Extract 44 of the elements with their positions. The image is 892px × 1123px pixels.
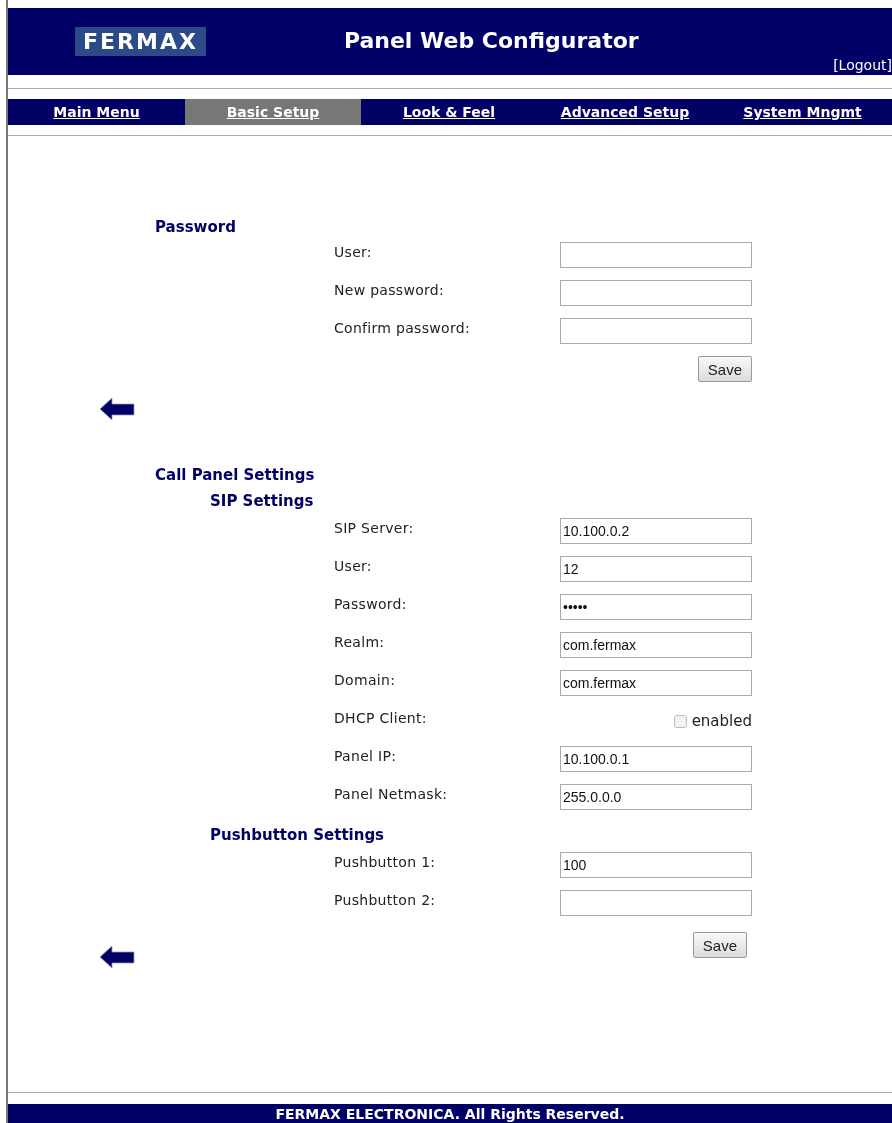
- input-field[interactable]: [560, 242, 752, 268]
- field-label: Panel IP:: [334, 747, 398, 764]
- nav-tab[interactable]: Advanced Setup: [537, 99, 713, 125]
- subsection-title: SIP Settings: [210, 492, 315, 512]
- section-title: Password: [155, 218, 237, 238]
- subsection-title: Pushbutton Settings: [210, 826, 386, 846]
- field-label: DHCP Client:: [334, 709, 428, 726]
- page-title: Panel Web Configurator: [343, 28, 639, 53]
- save-button[interactable]: Save: [697, 356, 752, 382]
- checkbox-label: enabled: [691, 712, 752, 730]
- logo: FERMAX: [75, 27, 206, 56]
- input-field[interactable]: [560, 280, 752, 306]
- field-label: User:: [334, 243, 373, 260]
- field-label: New password:: [334, 281, 446, 298]
- input-field[interactable]: com.fermax: [560, 670, 752, 696]
- field-label: Confirm password:: [334, 319, 471, 336]
- input-field[interactable]: 12: [560, 556, 752, 582]
- back-arrow-icon[interactable]: [98, 944, 136, 970]
- input-field[interactable]: 10.100.0.2: [560, 518, 752, 544]
- field-label: SIP Server:: [334, 519, 415, 536]
- save-button[interactable]: Save: [692, 932, 747, 958]
- field-label: Realm:: [334, 633, 386, 650]
- back-arrow-icon[interactable]: [98, 396, 136, 422]
- field-label: Panel Netmask:: [334, 785, 449, 802]
- logout-link[interactable]: [Logout]: [833, 57, 892, 73]
- field-label: Pushbutton 1:: [334, 853, 437, 870]
- input-field[interactable]: [560, 890, 752, 916]
- nav-tab[interactable]: Main Menu: [8, 99, 185, 125]
- nav-tab[interactable]: Look & Feel: [361, 99, 537, 125]
- field-label: Domain:: [334, 671, 397, 688]
- input-field[interactable]: [560, 318, 752, 344]
- nav-tab[interactable]: System Mngmt: [713, 99, 892, 125]
- input-field[interactable]: 255.0.0.0: [560, 784, 752, 810]
- nav-tab[interactable]: Basic Setup: [185, 99, 361, 125]
- section-title: Call Panel Settings: [155, 466, 316, 486]
- input-field[interactable]: com.fermax: [560, 632, 752, 658]
- field-label: Password:: [334, 595, 408, 612]
- input-field[interactable]: •••••: [560, 594, 752, 620]
- field-label: User:: [334, 557, 373, 574]
- copyright-text: FERMAX ELECTRONICA. All Rights Reserved.: [275, 1105, 625, 1122]
- checkbox[interactable]: [673, 714, 687, 728]
- field-label: Pushbutton 2:: [334, 891, 437, 908]
- input-field[interactable]: 100: [560, 852, 752, 878]
- input-field[interactable]: 10.100.0.1: [560, 746, 752, 772]
